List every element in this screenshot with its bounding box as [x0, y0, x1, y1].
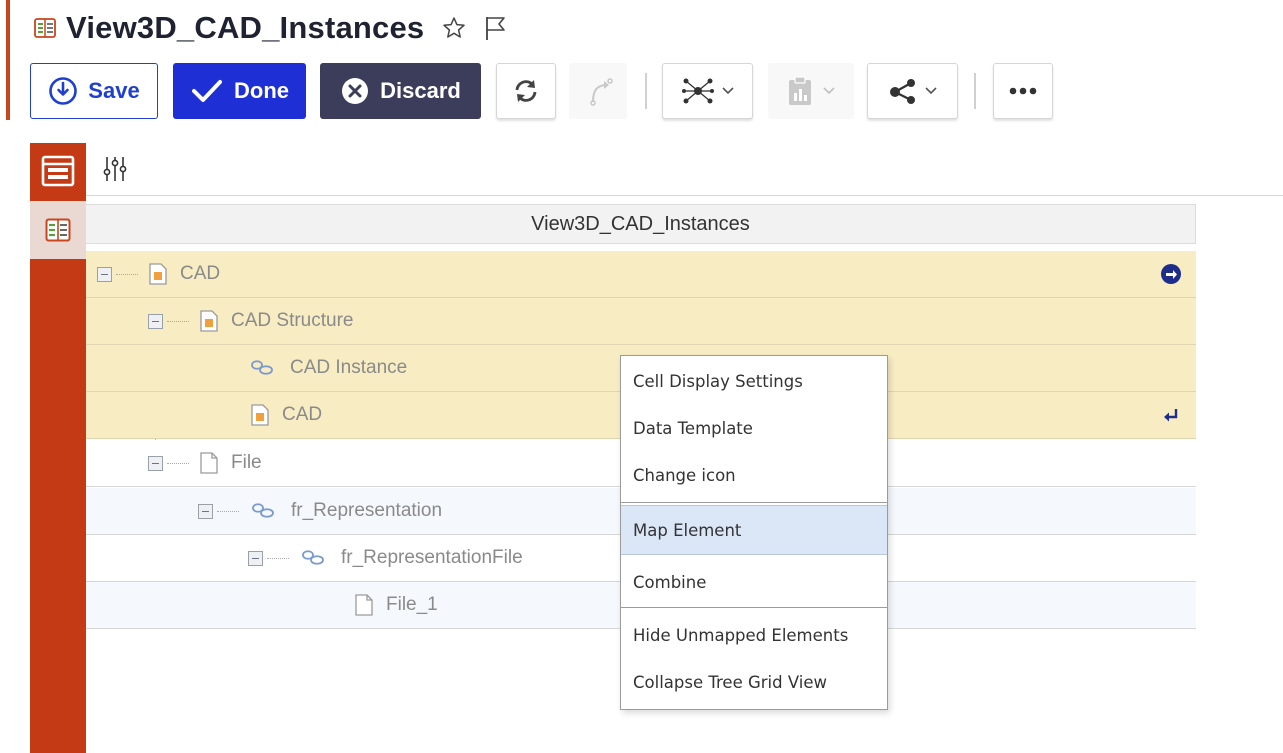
- done-button[interactable]: Done: [173, 63, 306, 119]
- done-button-label: Done: [234, 78, 289, 103]
- row-label: File: [231, 452, 262, 473]
- share-dropdown-button[interactable]: [867, 63, 958, 119]
- favorite-star-icon[interactable]: [442, 16, 466, 40]
- tree-grid-view-icon: [34, 18, 56, 38]
- sidebar-item-form[interactable]: [30, 143, 86, 199]
- collapse-toggle-icon[interactable]: [148, 313, 163, 329]
- chevron-down-icon: [721, 87, 734, 95]
- share-icon: [889, 79, 915, 104]
- table-row[interactable]: CAD Structure: [86, 298, 1196, 345]
- discard-button-label: Discard: [380, 78, 461, 103]
- save-power-icon: [49, 77, 78, 105]
- return-arrow-icon[interactable]: [1160, 404, 1182, 426]
- relationship-icon: [252, 503, 274, 518]
- page-title: View3D_CAD_Instances: [66, 10, 425, 45]
- title-row: View3D_CAD_Instances: [34, 8, 506, 48]
- collapse-toggle-icon[interactable]: [248, 550, 263, 566]
- grid-column-header: View3D_CAD_Instances: [86, 204, 1196, 244]
- file-icon: [200, 452, 218, 474]
- menu-item-combine[interactable]: Combine: [621, 558, 887, 606]
- menu-item-hide-unmapped-elements[interactable]: Hide Unmapped Elements: [621, 612, 887, 658]
- menu-separator: [621, 607, 887, 608]
- network-icon: [681, 78, 714, 104]
- menu-item-data-template[interactable]: Data Template: [621, 405, 887, 451]
- flag-icon[interactable]: [484, 15, 506, 41]
- sidebar-item-tree-grid[interactable]: [30, 201, 86, 259]
- menu-item-label: Data Template: [633, 418, 753, 438]
- row-label: File_1: [386, 594, 438, 615]
- menu-item-map-element[interactable]: Map Element: [621, 505, 887, 555]
- refresh-button[interactable]: [496, 63, 556, 119]
- navigate-circle-icon[interactable]: [1160, 263, 1182, 285]
- toolbar-separator: [974, 73, 976, 109]
- context-menu: Cell Display Settings Data Template Chan…: [620, 355, 888, 710]
- menu-item-label: Hide Unmapped Elements: [633, 625, 849, 645]
- redo-arrow-icon: [590, 78, 613, 106]
- relationship-icon: [251, 360, 273, 375]
- title-accent-bar: [6, 0, 10, 120]
- menu-item-label: Collapse Tree Grid View: [633, 672, 828, 692]
- discard-x-icon: [342, 78, 369, 104]
- row-label: fr_Representation: [291, 500, 443, 521]
- discard-button[interactable]: Discard: [320, 63, 481, 119]
- form-layout-icon: [41, 155, 75, 187]
- clipboard-dropdown-button[interactable]: [768, 63, 854, 119]
- tree-grid-view-icon: [45, 218, 71, 242]
- row-label: CAD Instance: [290, 357, 408, 378]
- file-icon: [355, 594, 373, 616]
- checkmark-icon: [192, 80, 222, 102]
- tree-connector: [116, 273, 138, 275]
- tree-connector: [167, 320, 189, 322]
- menu-item-label: Change icon: [633, 465, 736, 485]
- table-row[interactable]: CAD: [86, 251, 1196, 298]
- menu-separator: [621, 502, 887, 503]
- cad-file-icon: [251, 404, 269, 426]
- refresh-icon: [515, 80, 537, 102]
- collapse-toggle-icon[interactable]: [198, 503, 213, 519]
- grid-column-header-label: View3D_CAD_Instances: [531, 212, 750, 235]
- chevron-down-icon: [823, 87, 835, 95]
- cad-file-icon: [149, 263, 167, 285]
- toolbar-separator: [645, 73, 647, 109]
- cad-file-icon: [200, 310, 218, 332]
- settings-sliders-icon[interactable]: [100, 154, 130, 184]
- chevron-down-icon: [924, 87, 937, 95]
- menu-item-label: Map Element: [633, 520, 742, 540]
- menu-item-change-icon[interactable]: Change icon: [621, 452, 887, 498]
- more-options-button[interactable]: [993, 63, 1053, 119]
- menu-item-label: Cell Display Settings: [633, 371, 803, 391]
- relationship-icon: [302, 550, 324, 565]
- row-label: CAD: [180, 263, 221, 284]
- menu-item-label: Combine: [633, 572, 707, 592]
- row-label: CAD: [282, 404, 323, 425]
- tree-connector: [267, 557, 289, 559]
- network-dropdown-button[interactable]: [662, 63, 753, 119]
- row-label: fr_RepresentationFile: [341, 547, 523, 568]
- row-label: CAD Structure: [231, 310, 354, 331]
- tree-connector: [167, 462, 189, 464]
- clipboard-report-icon: [789, 76, 811, 105]
- content-divider: [86, 195, 1283, 196]
- collapse-toggle-icon[interactable]: [148, 455, 163, 471]
- redo-button[interactable]: [569, 63, 627, 119]
- tree-connector: [217, 510, 239, 512]
- save-button[interactable]: Save: [30, 63, 158, 119]
- save-button-label: Save: [88, 78, 140, 103]
- more-dots-icon: [1009, 87, 1037, 95]
- menu-item-cell-display-settings[interactable]: Cell Display Settings: [621, 358, 887, 404]
- menu-item-collapse-tree-grid-view[interactable]: Collapse Tree Grid View: [621, 659, 887, 705]
- collapse-toggle-icon[interactable]: [97, 266, 112, 282]
